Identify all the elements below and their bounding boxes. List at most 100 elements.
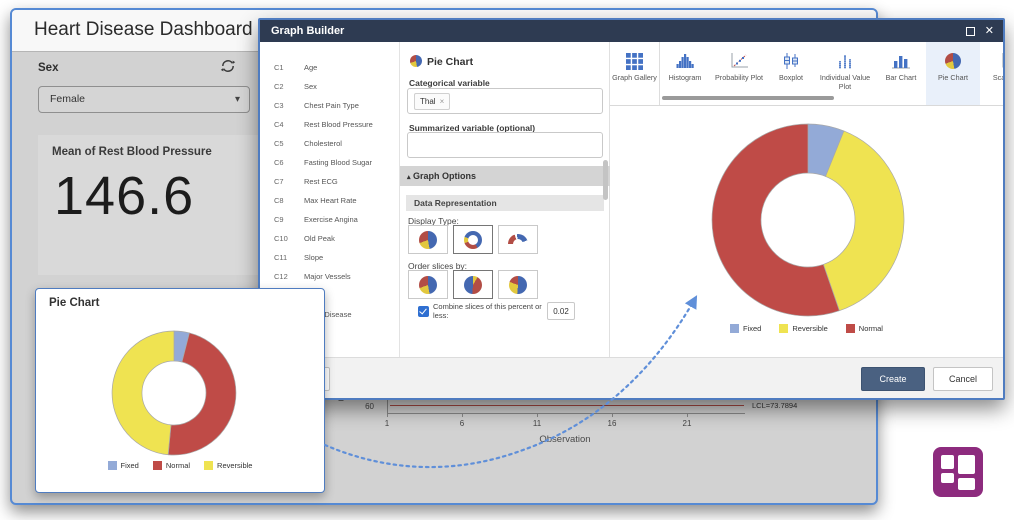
display-type-pie-button[interactable] (408, 225, 448, 254)
dashboard-pie-legend: Fixed Normal Reversible (36, 461, 324, 470)
dialog-title: Graph Builder (271, 25, 344, 37)
panel-title: Pie Chart (427, 56, 473, 68)
order-decreasing-button[interactable] (498, 270, 538, 299)
pie-chart-panel[interactable]: Pie Chart FixedNormalReversible (35, 288, 325, 493)
legend-item: Normal (846, 324, 883, 333)
summarized-variable-input[interactable] (407, 132, 603, 158)
screenshot-stage: Heart Disease Dashboard Sex Female ▾ Mea… (0, 0, 1014, 520)
legend-item: Reversible (204, 461, 252, 470)
gallery-tab-scatterplot[interactable]: Scatterplot (980, 42, 1003, 105)
column-row-C9[interactable]: C9Exercise Angina (260, 210, 399, 229)
create-button[interactable]: Create (861, 367, 925, 391)
cancel-button[interactable]: Cancel (933, 367, 993, 391)
column-row-C1[interactable]: C1Age (260, 58, 399, 77)
pie-chart-icon (410, 55, 422, 67)
column-row-C11[interactable]: C11Slope (260, 248, 399, 267)
gallery-tab-label: Boxplot (777, 74, 805, 83)
combine-slices-label: Combine slices of this percent or less: (433, 302, 545, 320)
x-tick: 21 (677, 419, 697, 428)
collapse-icon: ▴ (407, 174, 411, 181)
dialog-titlebar[interactable]: Graph Builder ✕ (260, 20, 1003, 42)
gallery-scrollbar[interactable] (662, 96, 834, 100)
probability-plot-icon (729, 50, 749, 72)
metric-label: Mean of Rest Blood Pressure (52, 146, 212, 158)
variable-chip-label: Thal (420, 97, 436, 106)
metric-card: Mean of Rest Blood Pressure 146.6 (38, 135, 268, 275)
variable-chip[interactable]: Thal × (414, 93, 450, 110)
combine-slices-checkbox[interactable] (418, 306, 429, 317)
remove-chip-icon[interactable]: × (440, 97, 445, 106)
minitab-logo (933, 447, 983, 497)
column-row-C3[interactable]: C3Chest Pain Type (260, 96, 399, 115)
legend-item: Normal (153, 461, 190, 470)
data-representation-header: Data Representation (406, 195, 604, 211)
column-row-C10[interactable]: C10Old Peak (260, 229, 399, 248)
order-increasing-button[interactable] (453, 270, 493, 299)
close-icon[interactable]: ✕ (985, 26, 994, 37)
column-row-C8[interactable]: C8Max Heart Rate (260, 191, 399, 210)
dashboard-title: Heart Disease Dashboard (34, 19, 253, 41)
sex-dropdown[interactable]: Female ▾ (38, 86, 250, 113)
chart-preview-area: Fixed Reversible Normal (610, 106, 1003, 357)
control-chart-x-axis-label: Observation (525, 434, 605, 445)
bar-chart-icon (891, 50, 911, 72)
individual-value-plot-icon (836, 50, 854, 72)
control-chart-lcl-line (390, 405, 744, 406)
gallery-tab-label: Scatterplot (991, 74, 1003, 83)
legend-item: Reversible (779, 324, 827, 333)
column-row-C7[interactable]: C7Rest ECG (260, 172, 399, 191)
chevron-down-icon: ▾ (235, 87, 240, 112)
x-tick: 16 (602, 419, 622, 428)
dialog-footer: Reset Create Cancel (260, 357, 1003, 398)
categorical-variable-label: Categorical variable (409, 78, 490, 88)
preview-legend: Fixed Reversible Normal (610, 324, 1003, 333)
x-tick: 6 (452, 419, 472, 428)
gallery-tab-label: Probability Plot (713, 74, 765, 83)
scatterplot-icon (1000, 50, 1003, 72)
x-tick: 1 (377, 419, 397, 428)
gallery-tab-label: Individual Value Plot (814, 74, 876, 91)
x-axis-ticks: 16111621 (387, 413, 707, 433)
order-default-button[interactable] (408, 270, 448, 299)
gauge-icon (508, 234, 528, 245)
pie-icon (419, 276, 437, 294)
column-row-C6[interactable]: C6Fasting Blood Sugar (260, 153, 399, 172)
graph-builder-dialog: Graph Builder ✕ C1AgeC2SexC3Chest Pain T… (258, 18, 1005, 400)
preview-panel: Graph Gallery Histogram Probability Plot Bo… (610, 42, 1003, 357)
display-type-options (408, 225, 538, 254)
boxplot-icon (781, 50, 801, 72)
x-tick: 11 (527, 419, 547, 428)
gallery-tab-label: Graph Gallery (610, 74, 659, 83)
donut-icon (464, 231, 482, 249)
gallery-tab-graph-gallery[interactable]: Graph Gallery (610, 42, 660, 105)
categorical-variable-input[interactable]: Thal × (407, 88, 603, 114)
panel-scrollbar[interactable] (603, 160, 608, 200)
gallery-tab-pie-chart[interactable]: Pie Chart (926, 42, 980, 105)
metric-value: 146.6 (54, 165, 194, 227)
pie-icon (509, 276, 527, 294)
gallery-tab-bar-chart[interactable]: Bar Chart (876, 42, 926, 105)
sex-dropdown-value: Female (50, 93, 85, 105)
legend-item: Fixed (108, 461, 139, 470)
display-type-gauge-button[interactable] (498, 225, 538, 254)
control-chart-y-tick-60: 60 (350, 402, 374, 411)
column-row-C2[interactable]: C2Sex (260, 77, 399, 96)
column-row-C4[interactable]: C4Rest Blood Pressure (260, 115, 399, 134)
maximize-icon[interactable] (966, 27, 975, 36)
pie-chart-icon (945, 50, 961, 72)
display-type-donut-button[interactable] (453, 225, 493, 254)
column-row-C5[interactable]: C5Cholesterol (260, 134, 399, 153)
gallery-tab-label: Histogram (667, 74, 704, 83)
order-slices-options (408, 270, 538, 299)
graph-options-header[interactable]: ▴ Graph Options (400, 166, 610, 186)
control-chart-lcl-label: LCL=73.7894 (752, 401, 797, 410)
legend-item: Fixed (730, 324, 761, 333)
refresh-icon[interactable] (220, 58, 236, 74)
graph-options-label: Graph Options (413, 171, 476, 181)
column-row-C12[interactable]: C12Major Vessels (260, 267, 399, 286)
combine-slices-row: Combine slices of this percent or less: (418, 302, 575, 320)
pie-chart-options-panel: Pie Chart Categorical variable Thal × Su… (400, 42, 610, 357)
gallery-tab-label: Pie Chart (936, 74, 970, 83)
pie-icon (419, 231, 437, 249)
combine-percent-input[interactable] (547, 302, 575, 320)
